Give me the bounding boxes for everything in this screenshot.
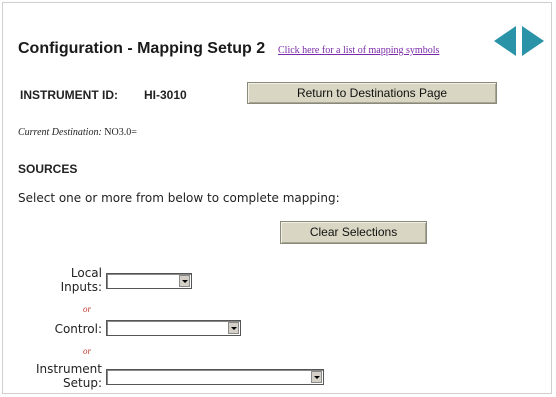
control-select[interactable] xyxy=(106,320,241,336)
chevron-down-icon[interactable] xyxy=(179,275,190,287)
nav-arrows xyxy=(494,26,550,56)
local-inputs-label-line2: Inputs: xyxy=(60,280,102,294)
left-arrow-icon[interactable] xyxy=(494,26,516,56)
current-destination-label: Current Destination: xyxy=(18,127,102,138)
local-inputs-label-line1: Local xyxy=(70,266,102,280)
clear-selections-button[interactable]: Clear Selections xyxy=(280,221,427,244)
chevron-down-icon[interactable] xyxy=(311,371,322,383)
instrument-setup-label-line2: Setup: xyxy=(63,376,102,390)
control-label-line1: Control: xyxy=(54,322,102,336)
sources-instruction: Select one or more from below to complet… xyxy=(18,191,340,205)
instrument-setup-select[interactable] xyxy=(106,369,324,385)
mapping-symbols-link[interactable]: Click here for a list of mapping symbols xyxy=(278,45,439,56)
sources-heading: SOURCES xyxy=(18,162,78,176)
or-separator: or xyxy=(83,346,92,356)
current-destination-value: NO3.0= xyxy=(104,127,137,138)
return-to-destinations-button[interactable]: Return to Destinations Page xyxy=(247,82,497,104)
instrument-id-label: INSTRUMENT ID: xyxy=(20,88,118,102)
right-arrow-icon[interactable] xyxy=(522,26,544,56)
instrument-id-value: HI-3010 xyxy=(144,88,187,102)
instrument-setup-label: Instrument Setup: xyxy=(22,362,102,390)
local-inputs-select[interactable] xyxy=(106,273,192,289)
page-title: Configuration - Mapping Setup 2 xyxy=(18,40,266,57)
local-inputs-label: Local Inputs: xyxy=(40,266,102,294)
instrument-setup-label-line1: Instrument xyxy=(35,362,102,376)
chevron-down-icon[interactable] xyxy=(228,322,239,334)
current-destination: Current Destination: NO3.0= xyxy=(18,127,137,138)
control-label: Control: xyxy=(40,322,102,336)
or-separator: or xyxy=(83,304,92,314)
